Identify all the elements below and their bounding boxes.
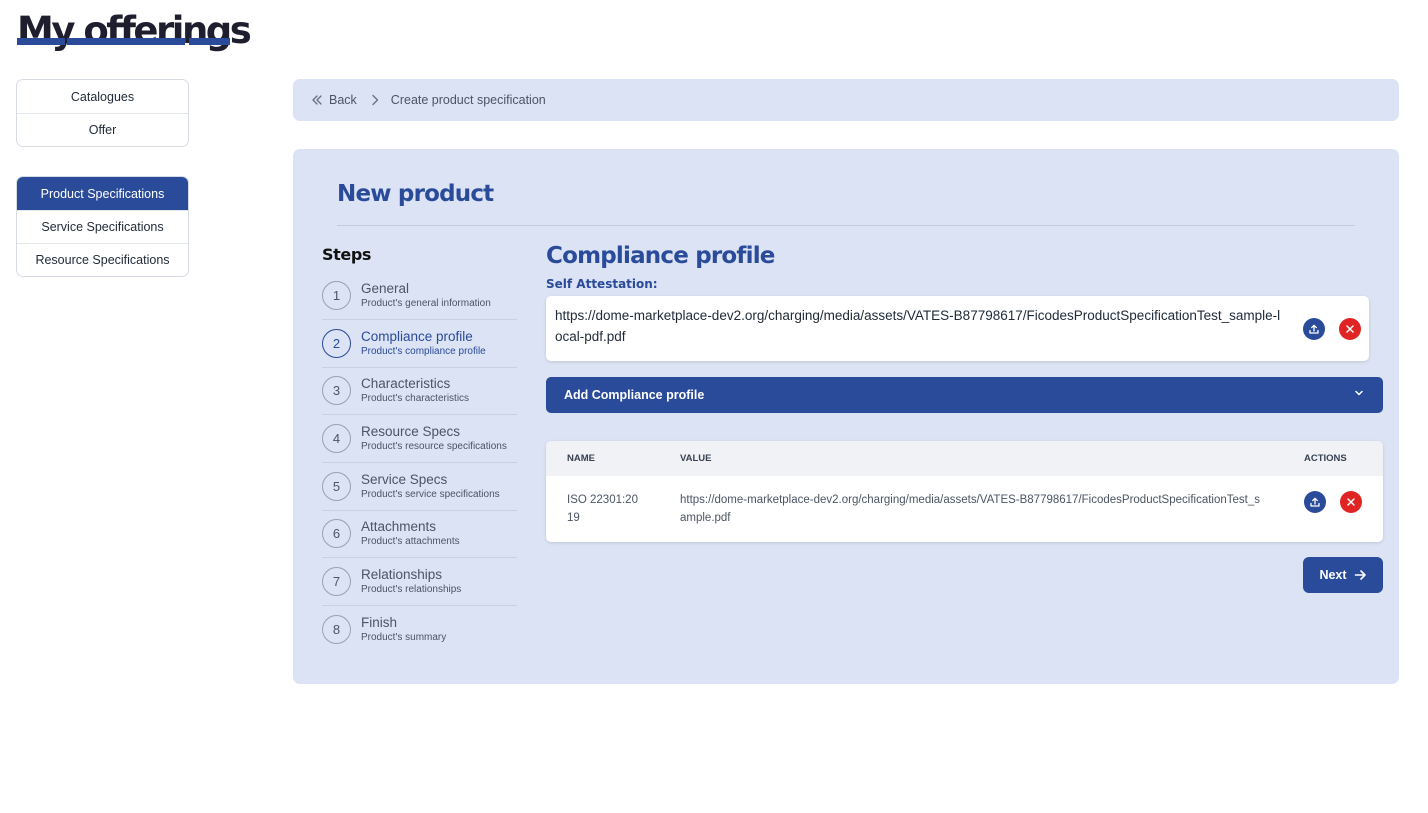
step-desc: Product's resource specifications: [361, 441, 507, 452]
close-icon: [1347, 498, 1355, 506]
step-desc: Product's general information: [361, 298, 491, 309]
step-desc: Product's attachments: [361, 536, 460, 547]
chevrons-left-icon: [312, 95, 322, 105]
row-remove-button[interactable]: [1340, 491, 1362, 513]
step-compliance-profile[interactable]: 2 Compliance profile Product's compliance…: [322, 320, 517, 368]
product-form-panel: New product Steps 1 General Product's gen…: [293, 149, 1399, 684]
column-header-value: VALUE: [680, 453, 712, 464]
section-title: Compliance profile: [546, 243, 775, 269]
step-number: 7: [322, 567, 351, 596]
add-compliance-label: Add Compliance profile: [564, 388, 705, 402]
step-desc: Product's relationships: [361, 584, 462, 595]
step-name: Finish: [361, 614, 398, 630]
step-service-specs[interactable]: 5 Service Specs Product's service specifi…: [322, 463, 517, 511]
row-name: ISO 22301:2019: [567, 494, 638, 524]
compliance-table: NAME VALUE ACTIONS ISO 22301:2019 https:…: [546, 441, 1383, 542]
upload-icon: [1310, 497, 1320, 507]
step-attachments[interactable]: 6 Attachments Product's attachments: [322, 510, 517, 558]
breadcrumb-current: Create product specification: [390, 93, 546, 107]
step-name: Relationships: [361, 567, 443, 582]
panel-title: New product: [337, 181, 494, 207]
back-label: Back: [329, 93, 357, 107]
step-number: 5: [322, 472, 351, 501]
sidebar-group-specs: Product Specifications Service Specifica…: [16, 176, 189, 277]
breadcrumb: Back Create product specification: [293, 79, 1399, 121]
row-upload-button[interactable]: [1304, 491, 1326, 513]
arrow-right-icon: [1354, 570, 1366, 580]
step-name: Compliance profile: [361, 329, 473, 344]
step-number: 4: [322, 424, 351, 453]
step-relationships[interactable]: 7 Relationships Product's relationships: [322, 558, 517, 606]
step-number: 6: [322, 519, 351, 548]
step-name: General: [361, 281, 410, 296]
self-attestation-url: https://dome-marketplace-dev2.org/chargi…: [555, 308, 1281, 344]
steps-title: Steps: [322, 245, 372, 264]
step-number: 8: [322, 614, 351, 644]
step-name: Characteristics: [361, 376, 451, 391]
step-finish[interactable]: 8 Finish Product's summary: [322, 605, 517, 653]
sidebar-item-service-specifications[interactable]: Service Specifications: [17, 210, 188, 243]
add-compliance-profile-dropdown[interactable]: Add Compliance profile: [546, 377, 1383, 413]
table-header: NAME VALUE ACTIONS: [546, 441, 1383, 476]
title-underline: [67, 38, 185, 45]
self-attestation-label: Self Attestation:: [546, 277, 658, 291]
next-button[interactable]: Next: [1303, 557, 1383, 593]
back-link[interactable]: Back: [311, 93, 357, 107]
step-name: Resource Specs: [361, 424, 461, 439]
page-title: My offerings: [17, 9, 252, 52]
title-underline: [189, 38, 230, 45]
page-title-text: My offerings: [17, 9, 252, 52]
step-number: 1: [322, 281, 351, 310]
chevron-down-icon: [1353, 387, 1365, 402]
divider: [337, 225, 1355, 226]
title-underline: [17, 38, 65, 45]
step-desc: Product's compliance profile: [361, 346, 486, 357]
chevron-right-icon: [371, 94, 379, 106]
table-row: ISO 22301:2019 https://dome-marketplace-…: [546, 476, 1383, 542]
sidebar-item-offer[interactable]: Offer: [17, 113, 188, 146]
sidebar-group-catalog: Catalogues Offer: [16, 79, 189, 147]
step-desc: Product's characteristics: [361, 393, 470, 404]
sidebar-item-catalogues[interactable]: Catalogues: [17, 80, 188, 113]
column-header-actions: ACTIONS: [1304, 453, 1347, 464]
step-characteristics[interactable]: 3 Characteristics Product's characteristi…: [322, 367, 517, 415]
sidebar-item-product-specifications[interactable]: Product Specifications: [17, 177, 188, 210]
remove-button[interactable]: [1339, 318, 1361, 340]
sidebar-item-resource-specifications[interactable]: Resource Specifications: [17, 243, 188, 276]
step-number: 2: [322, 329, 351, 358]
next-label: Next: [1319, 568, 1347, 582]
upload-button[interactable]: [1303, 318, 1325, 340]
step-desc: Product's service specifications: [361, 489, 500, 500]
step-general[interactable]: 1 General Product's general information: [322, 272, 517, 320]
step-resource-specs[interactable]: 4 Resource Specs Product's resource speci…: [322, 415, 517, 463]
step-name: Service Specs: [361, 472, 448, 487]
step-number: 3: [322, 376, 351, 405]
close-icon: [1346, 325, 1354, 333]
step-name: Attachments: [361, 519, 437, 534]
self-attestation-card: https://dome-marketplace-dev2.org/chargi…: [546, 296, 1369, 361]
step-desc: Product's summary: [361, 631, 447, 643]
upload-icon: [1309, 324, 1319, 334]
column-header-name: NAME: [567, 453, 595, 464]
row-value: https://dome-marketplace-dev2.org/chargi…: [680, 494, 1260, 524]
